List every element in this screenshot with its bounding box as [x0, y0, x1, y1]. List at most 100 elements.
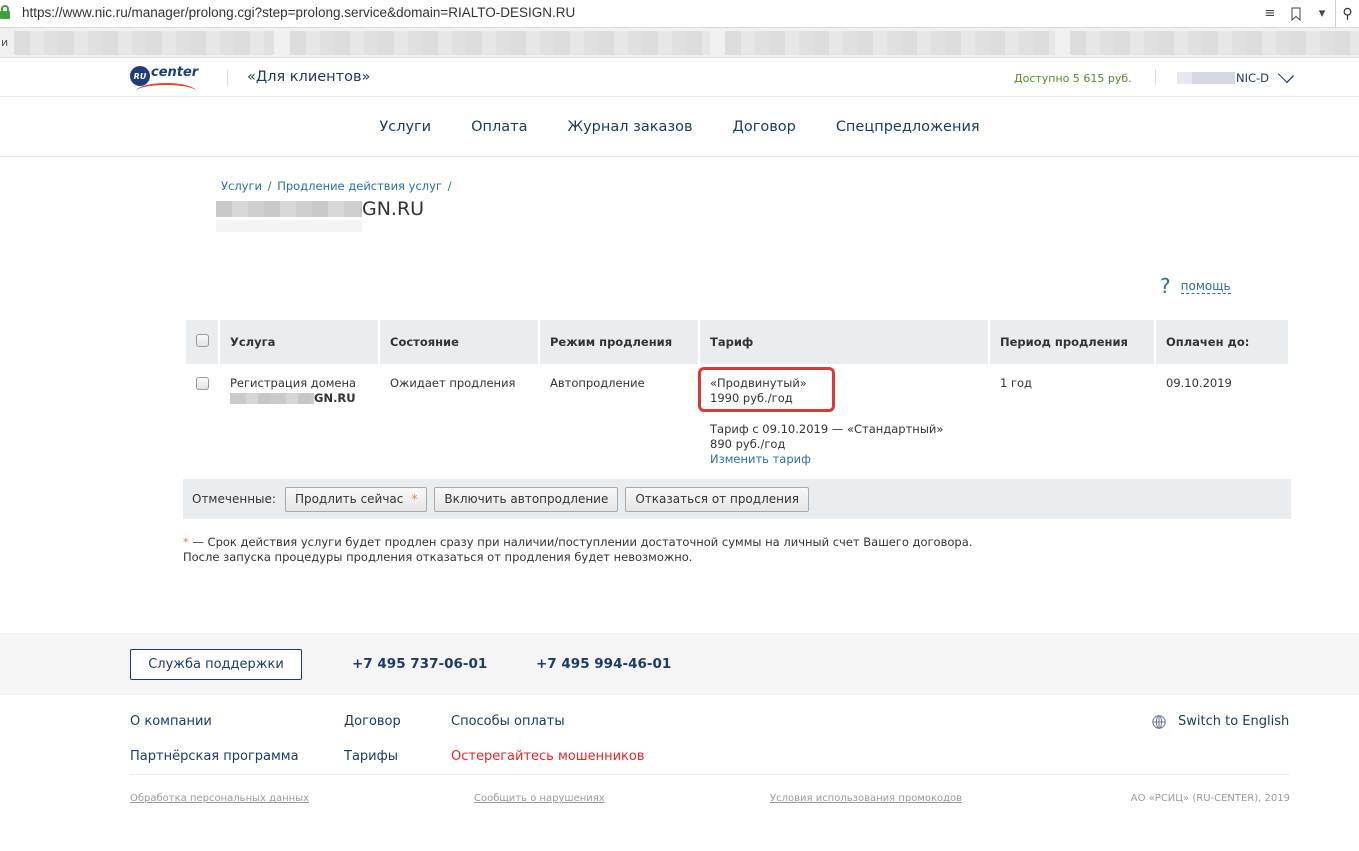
lock-icon: [0, 5, 10, 19]
logo-swoosh: [136, 83, 196, 93]
nav-services[interactable]: Услуги: [379, 119, 431, 135]
domain-masked: [216, 201, 362, 217]
domain-name: GN.RU: [230, 391, 368, 406]
col-period: Период продления: [990, 320, 1154, 364]
tariff-name: «Продвинутый»: [710, 376, 807, 390]
bookmark-item-blurred[interactable]: [725, 31, 1055, 55]
legal-link-personal-data[interactable]: Обработка персональных данных: [130, 793, 309, 804]
support-button[interactable]: Служба поддержки: [130, 649, 302, 680]
browser-address-bar: https://www.nic.ru/manager/prolong.cgi?s…: [0, 0, 1359, 28]
domain-masked-shadow: [216, 220, 362, 232]
browser-toolbar: ≡ ▾ ⚲: [1257, 0, 1359, 27]
domain-name-text: GN.RU: [314, 391, 356, 405]
table-row: Регистрация домена GN.RU Ожидает продлен…: [186, 364, 1288, 467]
switch-language-link[interactable]: Switch to English: [1152, 714, 1289, 729]
breadcrumb-separator: /: [447, 179, 452, 193]
next-tariff: Тариф с 09.10.2019 — «Стандартный» 890 р…: [710, 422, 978, 467]
balance-text: Доступно 5 615 руб.: [1014, 72, 1132, 85]
nav-payment[interactable]: Оплата: [471, 119, 527, 135]
switch-language-label: Switch to English: [1178, 714, 1290, 729]
select-all-checkbox[interactable]: [196, 334, 209, 347]
cell-paid-until: 09.10.2019: [1166, 376, 1232, 390]
footer-link-about[interactable]: О компании: [130, 714, 212, 729]
col-service: Услуга: [220, 320, 378, 364]
site-header: RU center «Для клиентов» Доступно 5 615 …: [0, 59, 1359, 97]
col-paid-until: Оплачен до:: [1156, 320, 1288, 364]
main-nav: Услуги Оплата Журнал заказов Договор Спе…: [0, 97, 1359, 157]
copyright: АО «РСИЦ» (RU-CENTER), 2019: [1130, 793, 1290, 804]
footer-link-contract[interactable]: Договор: [344, 714, 401, 729]
account-id: NIC-D: [1236, 71, 1270, 85]
enable-autorenew-button[interactable]: Включить автопродление: [434, 486, 619, 512]
footer-link-tariffs[interactable]: Тарифы: [344, 749, 398, 764]
nav-special-offers[interactable]: Спецпредложения: [836, 119, 980, 135]
nav-order-log[interactable]: Журнал заказов: [567, 119, 692, 135]
bookmark-icon[interactable]: [1283, 1, 1309, 27]
footnote-line-1: — Срок действия услуги будет продлен сра…: [188, 535, 973, 549]
account-id-masked: [1177, 72, 1235, 84]
select-all-cell: [186, 320, 218, 364]
tariff-price: 1990 руб./год: [710, 391, 793, 405]
url-input[interactable]: https://www.nic.ru/manager/prolong.cgi?s…: [22, 5, 575, 20]
bookmark-item[interactable]: и: [1, 36, 8, 49]
row-select-cell: [186, 364, 218, 467]
footer-link-payment-methods[interactable]: Способы оплаты: [451, 714, 565, 729]
cell-period: 1 год: [1000, 376, 1033, 390]
bookmarks-bar: и: [0, 28, 1359, 58]
header-divider: [1155, 69, 1156, 85]
cell-service: Регистрация домена GN.RU: [220, 364, 378, 467]
current-tariff: «Продвинутый» 1990 руб./год: [698, 367, 835, 412]
col-tariff: Тариф: [700, 320, 988, 364]
help-link[interactable]: ? помощь: [1160, 274, 1231, 298]
footnote-line-2: После запуска процедуры продления отказа…: [183, 550, 693, 564]
col-status: Состояние: [380, 320, 538, 364]
domain-masked: [230, 393, 314, 404]
footer-divider: [130, 774, 1290, 775]
chevron-down-icon: [1277, 66, 1295, 84]
page-title: GN.RU: [216, 198, 425, 232]
cell-tariff: «Продвинутый» 1990 руб./год Тариф с 09.1…: [698, 364, 988, 467]
page-title-text: GN.RU: [362, 198, 425, 220]
bookmark-item-blurred[interactable]: [1070, 31, 1359, 55]
breadcrumb-separator: /: [267, 179, 272, 193]
bookmark-item-blurred[interactable]: [290, 31, 710, 55]
search-icon[interactable]: ⚲: [1335, 0, 1359, 27]
col-mode: Режим продления: [540, 320, 698, 364]
asterisk-mark: *: [411, 492, 418, 506]
footnote: * — Срок действия услуги будет продлен с…: [183, 535, 972, 565]
section-title: «Для клиентов»: [247, 69, 371, 85]
next-tariff-price: 890 руб./год: [710, 437, 786, 451]
footer-contact-bar: Служба поддержки +7 495 737-06-01 +7 495…: [0, 633, 1359, 695]
decline-renewal-button[interactable]: Отказаться от продления: [625, 486, 809, 512]
service-type: Регистрация домена: [230, 376, 357, 390]
logo-ru-badge: RU: [130, 66, 150, 86]
phone-number[interactable]: +7 495 737-06-01: [352, 656, 487, 672]
nav-contract[interactable]: Договор: [733, 119, 796, 135]
phone-number[interactable]: +7 495 994-46-01: [536, 656, 671, 672]
reader-view-icon[interactable]: ≡: [1257, 1, 1283, 27]
renew-now-button[interactable]: Продлить сейчас *: [284, 486, 428, 512]
header-divider: [227, 70, 228, 86]
logo-text: center: [151, 65, 199, 80]
services-table: Услуга Состояние Режим продления Тариф П…: [184, 320, 1290, 467]
account-menu[interactable]: NIC-D: [1177, 66, 1295, 85]
cell-status: Ожидает продления: [390, 376, 516, 390]
globe-icon: [1152, 714, 1166, 729]
footer-link-partner-program[interactable]: Партнёрская программа: [130, 749, 299, 764]
footer-link-fraud-warning[interactable]: Остерегайтесь мошенников: [451, 749, 645, 764]
help-label[interactable]: помощь: [1180, 279, 1231, 294]
breadcrumb: Услуги / Продление действия услуг /: [221, 179, 454, 193]
legal-link-report-violation[interactable]: Сообщить о нарушениях: [474, 793, 605, 804]
ru-center-logo[interactable]: RU center: [130, 63, 200, 91]
question-icon: ?: [1160, 274, 1171, 298]
bookmark-item-blurred[interactable]: [14, 31, 274, 55]
bulk-actions-bar: Отмеченные: Продлить сейчас * Включить а…: [183, 479, 1291, 519]
row-checkbox[interactable]: [196, 377, 209, 390]
dropdown-arrow-icon[interactable]: ▾: [1309, 1, 1335, 27]
change-tariff-link[interactable]: Изменить тариф: [710, 452, 811, 466]
actions-label: Отмеченные:: [192, 492, 276, 506]
breadcrumb-renewal[interactable]: Продление действия услуг: [277, 179, 442, 193]
cell-mode: Автопродление: [550, 376, 645, 390]
breadcrumb-services[interactable]: Услуги: [221, 179, 262, 193]
legal-link-promo-terms[interactable]: Условия использования промокодов: [770, 793, 962, 804]
